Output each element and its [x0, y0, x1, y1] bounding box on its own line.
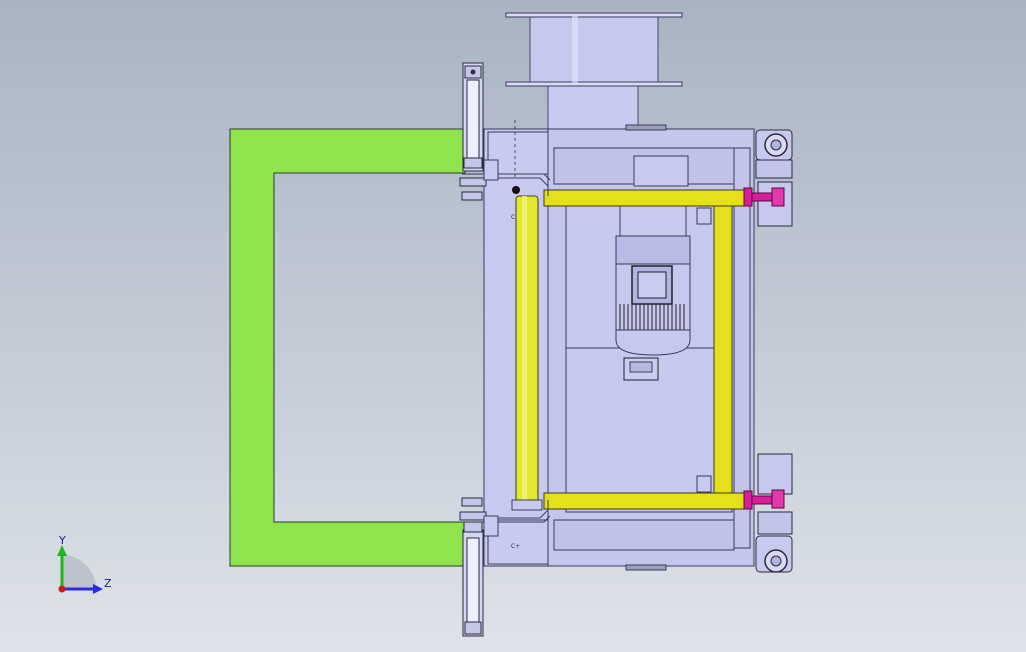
- cable-reel: [505, 12, 683, 133]
- lower-linear-guide: [459, 497, 499, 637]
- y-axis-label: Y: [58, 534, 66, 547]
- roller-mark-lower: C+: [511, 543, 520, 550]
- cad-viewport[interactable]: C C+ Y Z: [0, 0, 1026, 652]
- coordinate-triad: Y Z: [57, 534, 112, 594]
- roller-mark-upper: C: [511, 214, 515, 221]
- yellow-roller: C C+: [511, 186, 543, 550]
- assembly-drawing: C C+ Y Z: [57, 12, 793, 637]
- green-c-frame: [229, 128, 466, 567]
- x-axis-origin: [58, 585, 66, 593]
- z-axis-label: Z: [104, 577, 112, 590]
